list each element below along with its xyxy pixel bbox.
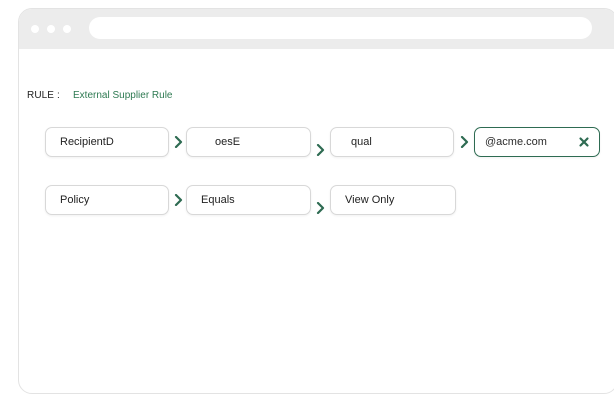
close-icon[interactable] — [578, 136, 590, 148]
condition-field-3[interactable]: qual — [330, 127, 454, 157]
condition-value-input[interactable]: @acme.com — [474, 127, 600, 157]
chevron-right-icon — [174, 194, 183, 206]
window-dot-minimize[interactable] — [47, 25, 55, 33]
address-bar[interactable] — [89, 17, 592, 39]
window-dot-close[interactable] — [31, 25, 39, 33]
rule-name: External Supplier Rule — [73, 90, 173, 101]
title-bar — [19, 9, 614, 49]
condition-field-1[interactable]: RecipientD — [45, 127, 169, 157]
chevron-right-icon — [316, 144, 325, 156]
action-field-1[interactable]: Policy — [45, 185, 169, 215]
action-field-2[interactable]: Equals — [186, 185, 311, 215]
action-field-3[interactable]: View Only — [330, 185, 456, 215]
chevron-right-icon — [174, 136, 183, 148]
condition-field-2[interactable]: oesE — [186, 127, 311, 157]
chevron-right-icon — [316, 202, 325, 214]
condition-value-text: @acme.com — [485, 136, 547, 148]
rule-label: RULE : — [27, 90, 60, 101]
window-dot-maximize[interactable] — [63, 25, 71, 33]
chevron-right-icon — [460, 136, 469, 148]
